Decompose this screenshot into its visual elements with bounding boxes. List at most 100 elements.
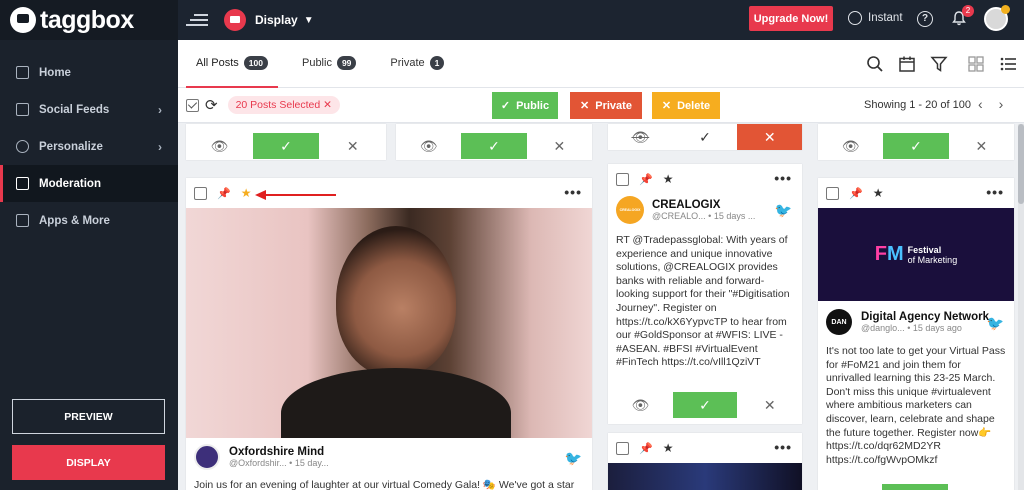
- sidebar-item-apps[interactable]: Apps & More: [0, 202, 178, 239]
- search-icon[interactable]: [866, 55, 884, 73]
- palette-icon: [16, 140, 29, 153]
- make-private-label: Private: [595, 99, 632, 112]
- post-tabs: All Posts 100 Public 99 Private 1: [178, 40, 1024, 88]
- tab-public[interactable]: Public 99: [292, 40, 366, 87]
- post-text: It's not too late to get your Virtual Pa…: [826, 345, 1006, 466]
- tab-label: All Posts: [196, 57, 239, 69]
- user-avatar[interactable]: [984, 5, 1010, 31]
- portrait-body-shape: [281, 368, 511, 438]
- eye-icon[interactable]: 👁: [186, 133, 253, 159]
- post-checkbox[interactable]: [616, 441, 629, 455]
- sidebar-item-social-feeds[interactable]: Social Feeds ›: [0, 91, 178, 128]
- select-all-checkbox[interactable]: [186, 98, 199, 112]
- post-image: [186, 208, 592, 438]
- pin-icon[interactable]: 📌: [849, 187, 863, 200]
- eye-icon[interactable]: 👁: [608, 392, 673, 418]
- reject-x-icon[interactable]: ✕: [319, 133, 386, 159]
- menu-toggle-icon[interactable]: [186, 11, 208, 29]
- more-options-icon[interactable]: •••: [774, 439, 792, 455]
- post-card-partial: 👁 ✓ ✕: [396, 124, 592, 160]
- approve-check-icon[interactable]: ✓: [673, 124, 738, 150]
- close-icon: ✕: [580, 100, 590, 112]
- author-name: Oxfordshire Mind: [229, 446, 325, 458]
- star-icon[interactable]: ★: [241, 186, 252, 200]
- scrollbar-thumb[interactable]: [1018, 124, 1024, 204]
- tab-all-posts[interactable]: All Posts 100: [186, 40, 278, 88]
- help-icon[interactable]: ?: [917, 11, 933, 27]
- selected-posts-chip[interactable]: 20 Posts Selected ✕: [227, 96, 340, 114]
- sidebar-item-home[interactable]: Home: [0, 54, 178, 91]
- sidebar-item-label: Apps & More: [39, 214, 110, 227]
- upgrade-button[interactable]: Upgrade Now!: [749, 6, 833, 31]
- refresh-icon[interactable]: ⟳: [205, 96, 218, 114]
- sidebar-item-personalize[interactable]: Personalize ›: [0, 128, 178, 165]
- grid-view-icon[interactable]: [967, 55, 985, 73]
- chevron-right-icon: ›: [158, 140, 162, 154]
- post-card-partial: 👁 ✓ ✕: [186, 124, 386, 160]
- prev-page-icon[interactable]: ‹: [978, 96, 983, 112]
- reject-x-icon[interactable]: ✕: [737, 124, 803, 150]
- home-icon: [16, 66, 29, 79]
- moderation-row: 👁 ✓ ✕: [608, 124, 803, 150]
- approve-check-icon[interactable]: ✓: [672, 392, 738, 418]
- make-private-button[interactable]: ✕ Private: [570, 92, 642, 119]
- post-card: 📌 ★ ••• Oxfordshire Mind @Oxfordshir... …: [186, 178, 592, 490]
- author-avatar: CREALOGIX: [616, 196, 644, 224]
- more-options-icon[interactable]: •••: [774, 170, 792, 186]
- sidebar-item-moderation[interactable]: Moderation: [0, 165, 178, 202]
- scrollbar[interactable]: [1018, 124, 1024, 490]
- post-card-partial: 👁 ✓ ✕: [818, 124, 1014, 160]
- tab-private[interactable]: Private 1: [380, 40, 454, 87]
- preview-button[interactable]: PREVIEW: [12, 399, 165, 434]
- star-icon[interactable]: ★: [663, 172, 674, 186]
- post-checkbox[interactable]: [194, 186, 207, 200]
- portrait-shape: [336, 226, 456, 376]
- post-text: RT @Tradepassglobal: With years of exper…: [616, 234, 790, 369]
- pagination-controls: ‹ ›: [978, 96, 1015, 112]
- reject-x-icon[interactable]: ✕: [949, 133, 1014, 159]
- delete-button[interactable]: ✕ Delete: [652, 92, 720, 119]
- list-view-icon[interactable]: [999, 55, 1017, 73]
- make-public-button[interactable]: ✓ Public: [492, 92, 558, 119]
- post-image: [608, 463, 802, 490]
- approve-check-icon[interactable]: ✓: [883, 133, 949, 159]
- pin-icon[interactable]: 📌: [639, 173, 653, 186]
- moderation-row: 👁 ✓ ✕: [818, 133, 1014, 159]
- chevron-down-icon[interactable]: ▼: [304, 15, 314, 26]
- approve-check-icon[interactable]: ✓: [252, 133, 320, 159]
- filter-icon[interactable]: [930, 55, 948, 73]
- eye-icon[interactable]: 👁: [396, 133, 461, 159]
- post-checkbox[interactable]: [616, 172, 629, 186]
- more-options-icon[interactable]: •••: [986, 184, 1004, 200]
- post-time: • 15 days ago: [907, 323, 962, 333]
- approve-check-icon[interactable]: ✓: [461, 133, 527, 159]
- eye-icon[interactable]: 👁: [818, 133, 883, 159]
- post-checkbox[interactable]: [826, 186, 839, 200]
- notification-badge: 2: [962, 5, 974, 17]
- author-name: CREALOGIX: [652, 199, 721, 211]
- sidebar-item-label: Social Feeds: [39, 103, 110, 116]
- instant-toggle[interactable]: Instant: [848, 11, 903, 25]
- post-author: CREALOGIX CREALOGIX @CREALO... • 15 days…: [608, 196, 802, 224]
- logo[interactable]: taggbox: [0, 0, 178, 40]
- star-icon[interactable]: ★: [873, 186, 884, 200]
- reject-x-icon[interactable]: ✕: [527, 133, 592, 159]
- moderation-row: 👁 ✓ ✕: [608, 392, 802, 418]
- star-icon[interactable]: ★: [663, 441, 674, 455]
- more-options-icon[interactable]: •••: [564, 184, 582, 200]
- hidden-eye-icon[interactable]: 👁: [608, 124, 673, 150]
- display-selector[interactable]: Display: [255, 13, 298, 27]
- banner-subtitle: of Marketing: [907, 254, 958, 265]
- reject-x-icon[interactable]: ✕: [737, 392, 802, 418]
- pin-icon[interactable]: 📌: [217, 187, 231, 200]
- pin-icon[interactable]: 📌: [639, 442, 653, 455]
- next-page-icon[interactable]: ›: [999, 96, 1004, 112]
- post-author: DAN Digital Agency Network @danglo... • …: [818, 309, 1014, 335]
- post-card: 📌 ★ ••• FM Festival of Marketing DAN Dig…: [818, 178, 1014, 490]
- apps-grid-icon: [16, 214, 29, 227]
- display-button[interactable]: DISPLAY: [12, 445, 165, 480]
- calendar-icon[interactable]: [898, 55, 916, 73]
- tab-label: Private: [390, 57, 425, 69]
- post-card-partial: 👁 ✓ ✕: [608, 124, 803, 150]
- fm-logo-mark: FM: [874, 243, 904, 265]
